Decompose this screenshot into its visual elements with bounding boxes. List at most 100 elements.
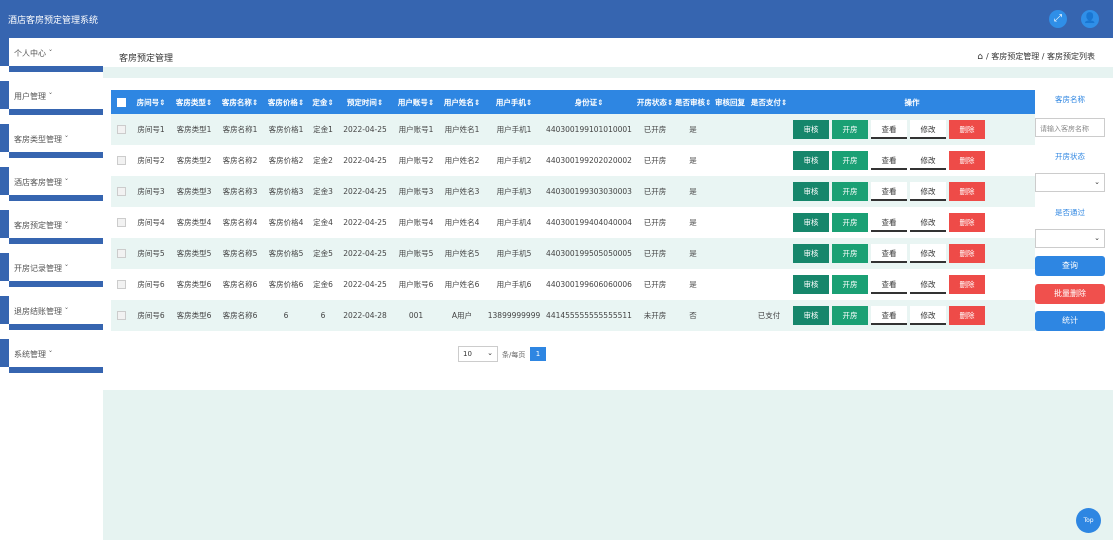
header-user-account[interactable]: 用户账号⇕	[393, 90, 439, 114]
header-is-audited[interactable]: 是否审核⇕	[675, 90, 711, 114]
back-to-top-button[interactable]: Top	[1076, 508, 1101, 533]
edit-button[interactable]: 修改	[910, 151, 946, 170]
sidebar-item-room-type-management[interactable]: 客房类型管理 ˇ	[0, 124, 103, 158]
open-room-button[interactable]: 开房	[832, 244, 868, 263]
row-select-cell[interactable]	[111, 207, 131, 238]
header-booking-time[interactable]: 预定时间⇕	[337, 90, 393, 114]
sidebar-item-booking-management[interactable]: 客房预定管理 ˇ	[0, 210, 103, 244]
open-room-button[interactable]: 开房	[832, 213, 868, 232]
cell-is-audited: 是	[689, 156, 697, 165]
page-number-current[interactable]: 1	[530, 347, 546, 361]
cell-room-name: 客房名称5	[222, 249, 258, 258]
view-button[interactable]: 查看	[871, 244, 907, 263]
cell-is-paid	[749, 145, 789, 176]
delete-button[interactable]: 删除	[949, 182, 985, 201]
row-select-cell[interactable]	[111, 269, 131, 300]
audit-button[interactable]: 审核	[793, 120, 829, 139]
page-size-select[interactable]: 10 ⌄	[458, 346, 498, 362]
audit-button[interactable]: 审核	[793, 306, 829, 325]
sidebar-item-user-management[interactable]: 用户管理 ˇ	[0, 81, 103, 115]
approved-label: 是否通过	[1055, 208, 1085, 217]
search-button[interactable]: 查询	[1035, 256, 1105, 276]
header-room-no[interactable]: 房间号⇕	[131, 90, 171, 114]
home-icon[interactable]: ⌂	[977, 52, 983, 62]
row-checkbox[interactable]	[116, 311, 126, 321]
audit-button[interactable]: 审核	[793, 275, 829, 294]
edit-button[interactable]: 修改	[910, 275, 946, 294]
cell-booking-time: 2022-04-25	[343, 187, 387, 196]
cell-user-name: 用户姓名3	[444, 187, 480, 196]
cell-id-card: 440300199101010001	[546, 125, 632, 134]
row-select-cell[interactable]	[111, 300, 131, 331]
delete-button[interactable]: 删除	[949, 120, 985, 139]
open-room-button[interactable]: 开房	[832, 306, 868, 325]
sidebar-item-checkout-management[interactable]: 退房结账管理 ˇ	[0, 296, 103, 330]
app-title: 酒店客房预定管理系统	[8, 16, 99, 26]
open-room-button[interactable]: 开房	[832, 120, 868, 139]
audit-button[interactable]: 审核	[793, 151, 829, 170]
cell-is-paid	[749, 207, 789, 238]
view-button[interactable]: 查看	[871, 151, 907, 170]
row-checkbox[interactable]	[116, 280, 126, 290]
table-row: 房间号2 客房类型2 客房名称2 客房价格2 定金2 2022-04-25 用户账号2 用户姓…	[111, 145, 1035, 176]
checkin-status-select[interactable]: ⌄	[1035, 173, 1105, 192]
open-room-button[interactable]: 开房	[832, 182, 868, 201]
view-button[interactable]: 查看	[871, 306, 907, 325]
open-room-button[interactable]: 开房	[832, 275, 868, 294]
sidebar-item-hotel-room-management[interactable]: 酒店客房管理 ˇ	[0, 167, 103, 201]
approved-select[interactable]: ⌄	[1035, 229, 1105, 248]
select-all-checkbox[interactable]	[116, 97, 126, 107]
audit-button[interactable]: 审核	[793, 182, 829, 201]
header-user-name[interactable]: 用户姓名⇕	[439, 90, 485, 114]
cell-room-no: 房间号4	[137, 218, 165, 227]
header-room-type[interactable]: 客房类型⇕	[171, 90, 217, 114]
cell-room-price: 客房价格5	[268, 249, 304, 258]
header-checkin-status[interactable]: 开房状态⇕	[635, 90, 675, 114]
row-select-cell[interactable]	[111, 114, 131, 145]
fullscreen-icon[interactable]: ⤢	[1049, 10, 1067, 28]
select-all-header[interactable]	[111, 90, 131, 114]
room-name-input[interactable]: 请输入客房名称	[1035, 118, 1105, 137]
delete-button[interactable]: 删除	[949, 306, 985, 325]
view-button[interactable]: 查看	[871, 120, 907, 139]
sidebar-item-checkin-records[interactable]: 开房记录管理 ˇ	[0, 253, 103, 287]
delete-button[interactable]: 删除	[949, 213, 985, 232]
audit-button[interactable]: 审核	[793, 244, 829, 263]
row-select-cell[interactable]	[111, 176, 131, 207]
header-room-price[interactable]: 客房价格⇕	[263, 90, 309, 114]
header-room-name[interactable]: 客房名称⇕	[217, 90, 263, 114]
edit-button[interactable]: 修改	[910, 244, 946, 263]
row-checkbox[interactable]	[116, 156, 126, 166]
view-button[interactable]: 查看	[871, 182, 907, 201]
breadcrumb-text[interactable]: / 客房预定管理 / 客房预定列表	[986, 52, 1095, 61]
delete-button[interactable]: 删除	[949, 151, 985, 170]
stats-button[interactable]: 统计	[1035, 311, 1105, 331]
row-checkbox[interactable]	[116, 218, 126, 228]
header-id-card[interactable]: 身份证⇕	[543, 90, 635, 114]
row-checkbox[interactable]	[116, 249, 126, 259]
edit-button[interactable]: 修改	[910, 306, 946, 325]
edit-button[interactable]: 修改	[910, 182, 946, 201]
row-checkbox[interactable]	[116, 187, 126, 197]
checkin-status-label: 开房状态	[1055, 152, 1085, 161]
sidebar-item-personal-center[interactable]: 个人中心 ˇ	[0, 38, 103, 72]
breadcrumb: ⌂ / 客房预定管理 / 客房预定列表	[977, 51, 1095, 62]
header-is-paid[interactable]: 是否支付⇕	[749, 90, 789, 114]
header-user-phone[interactable]: 用户手机⇕	[485, 90, 543, 114]
edit-button[interactable]: 修改	[910, 120, 946, 139]
batch-delete-button[interactable]: 批量删除	[1035, 284, 1105, 304]
user-icon[interactable]: 👤	[1081, 10, 1099, 28]
header-deposit[interactable]: 定金⇕	[309, 90, 337, 114]
row-select-cell[interactable]	[111, 145, 131, 176]
cell-user-name: 用户姓名2	[444, 156, 480, 165]
audit-button[interactable]: 审核	[793, 213, 829, 232]
delete-button[interactable]: 删除	[949, 275, 985, 294]
view-button[interactable]: 查看	[871, 275, 907, 294]
delete-button[interactable]: 删除	[949, 244, 985, 263]
row-checkbox[interactable]	[116, 125, 126, 135]
open-room-button[interactable]: 开房	[832, 151, 868, 170]
sidebar-item-system-management[interactable]: 系统管理 ˇ	[0, 339, 103, 373]
edit-button[interactable]: 修改	[910, 213, 946, 232]
view-button[interactable]: 查看	[871, 213, 907, 232]
row-select-cell[interactable]	[111, 238, 131, 269]
